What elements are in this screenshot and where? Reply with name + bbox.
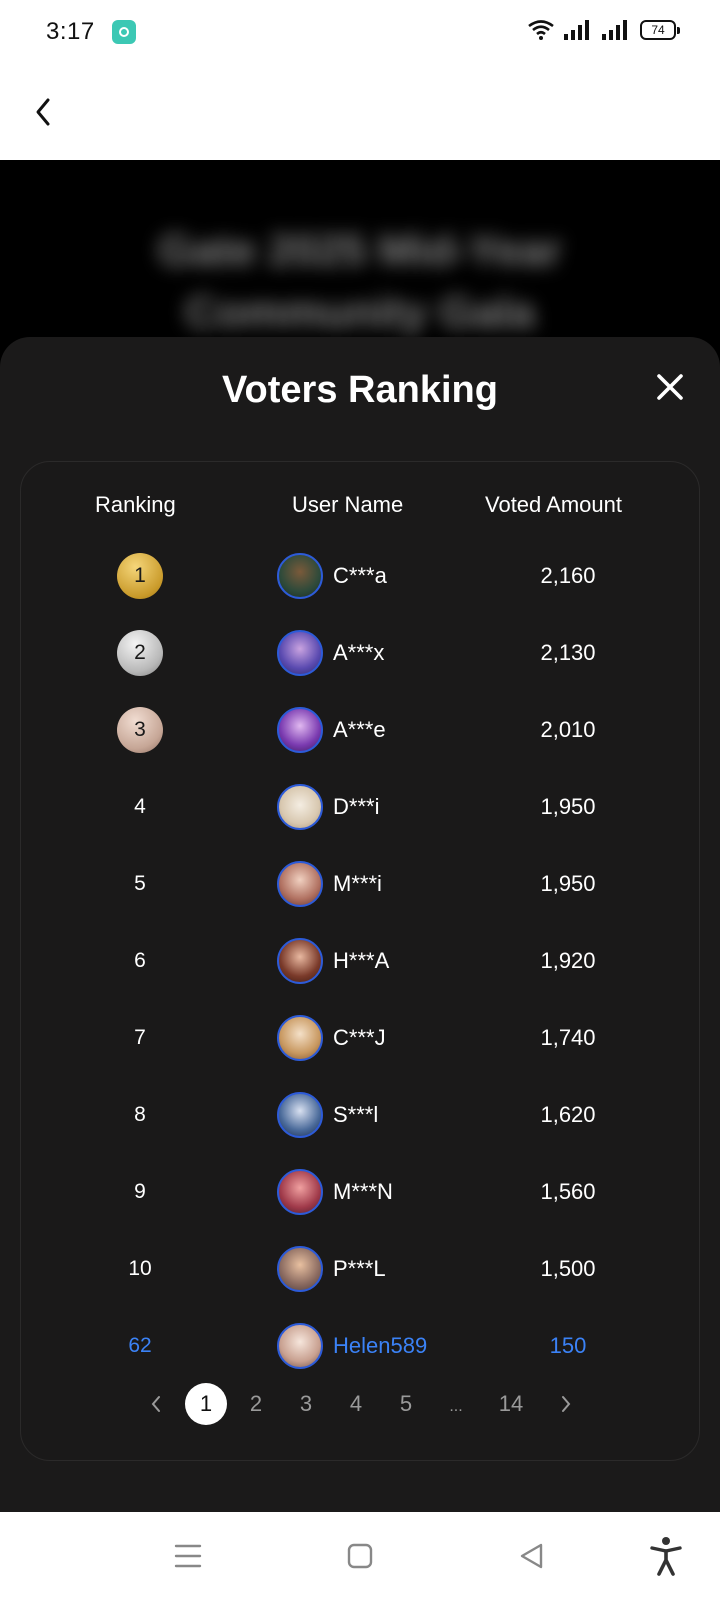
signal-icon	[564, 20, 589, 40]
sheet-title: Voters Ranking	[222, 369, 498, 411]
page-2-button[interactable]: 2	[235, 1383, 277, 1425]
close-icon	[657, 374, 683, 400]
page-3-button[interactable]: 3	[285, 1383, 327, 1425]
table-row[interactable]: 3 A***e 2,010	[21, 692, 701, 769]
user-name: A***e	[333, 717, 386, 742]
pagination: 1 2 3 4 5 ... 14	[21, 1382, 701, 1426]
rank-number: 8	[134, 1103, 146, 1126]
home-square-icon	[347, 1543, 373, 1569]
rank-number: 9	[134, 1180, 146, 1203]
app-header	[0, 64, 720, 160]
rank-number: 5	[134, 872, 146, 895]
avatar	[277, 707, 323, 753]
voted-amount: 150	[549, 1333, 587, 1358]
rank-number: 7	[134, 1026, 146, 1049]
close-button[interactable]	[650, 367, 690, 407]
user-name: A***x	[333, 640, 385, 665]
rank-number: 62	[128, 1334, 152, 1357]
back-button[interactable]	[24, 88, 64, 136]
prev-page-button[interactable]	[135, 1383, 177, 1425]
avatar	[277, 1246, 323, 1292]
silver-medal-badge: 2	[117, 630, 163, 676]
user-name: M***N	[333, 1179, 393, 1204]
avatar	[277, 1323, 323, 1369]
user-name: Helen589	[333, 1333, 428, 1358]
gold-medal-badge: 1	[117, 553, 163, 599]
voted-amount: 2,160	[540, 563, 596, 588]
voted-amount: 1,500	[540, 1256, 596, 1281]
recent-apps-button[interactable]	[166, 1534, 210, 1578]
user-name: D***i	[333, 794, 380, 819]
page-4-button[interactable]: 4	[335, 1383, 377, 1425]
battery-level: 74	[651, 23, 665, 37]
table-row[interactable]: 7 C***J 1,740	[21, 1000, 701, 1077]
table-row[interactable]: 10 P***L 1,500	[21, 1231, 701, 1308]
voted-amount: 1,740	[540, 1025, 596, 1050]
battery-icon: 74	[640, 20, 680, 40]
avatar	[277, 553, 323, 599]
user-name: C***J	[333, 1025, 386, 1050]
table-row[interactable]: 2 A***x 2,130	[21, 615, 701, 692]
status-icons: 74	[528, 20, 680, 40]
current-user-row[interactable]: 62 Helen589 150	[21, 1308, 701, 1385]
voted-amount: 1,620	[540, 1102, 596, 1127]
page-5-button[interactable]: 5	[385, 1383, 427, 1425]
table-row[interactable]: 4 D***i 1,950	[21, 769, 701, 846]
backdrop-title: Gate 2025 Mid-Year Community Gala	[158, 226, 562, 337]
avatar	[277, 1092, 323, 1138]
system-nav-bar	[0, 1512, 720, 1600]
avatar	[277, 1169, 323, 1215]
rank-number: 10	[128, 1257, 152, 1280]
avatar	[277, 1015, 323, 1061]
ranking-table: Ranking User Name Voted Amount 1 C***a 2…	[20, 461, 700, 1461]
status-time: 3:17	[46, 18, 95, 45]
header-user-name: User Name	[292, 492, 404, 517]
table-row[interactable]: 8 S***l 1,620	[21, 1077, 701, 1154]
menu-icon	[174, 1544, 202, 1568]
app-notification-icon	[112, 20, 136, 44]
avatar	[277, 938, 323, 984]
voted-amount: 2,130	[540, 640, 596, 665]
wifi-icon	[528, 20, 554, 40]
back-nav-button[interactable]	[510, 1534, 554, 1578]
avatar	[277, 861, 323, 907]
header-voted-amount: Voted Amount	[485, 492, 622, 517]
voted-amount: 2,010	[540, 717, 596, 742]
header-ranking: Ranking	[95, 492, 176, 517]
user-name: S***l	[333, 1102, 379, 1127]
voted-amount: 1,560	[540, 1179, 596, 1204]
ranking-rows: 1 C***a 2,160 2 A***x 2,130 3 A***e 2,01…	[21, 538, 701, 1385]
chevron-left-icon	[36, 98, 50, 126]
user-name: M***i	[333, 871, 382, 896]
avatar	[277, 784, 323, 830]
chevron-right-icon	[562, 1396, 571, 1412]
status-bar: 3:17 74	[0, 0, 720, 64]
page-ellipsis: ...	[449, 1398, 463, 1415]
rank-number: 6	[134, 949, 146, 972]
table-row[interactable]: 9 M***N 1,560	[21, 1154, 701, 1231]
table-header: Ranking User Name Voted Amount	[21, 486, 701, 526]
home-button[interactable]	[338, 1534, 382, 1578]
voted-amount: 1,950	[540, 794, 596, 819]
page-last-button[interactable]: 14	[485, 1383, 537, 1425]
signal-icon-2	[602, 20, 627, 40]
next-page-button[interactable]	[545, 1383, 587, 1425]
rank-number: 4	[134, 795, 146, 818]
table-row[interactable]: 5 M***i 1,950	[21, 846, 701, 923]
voters-ranking-sheet: Voters Ranking Ranking User Name Voted A…	[0, 337, 720, 1512]
chevron-left-icon	[151, 1396, 160, 1412]
table-row[interactable]: 6 H***A 1,920	[21, 923, 701, 1000]
avatar	[277, 630, 323, 676]
bronze-medal-badge: 3	[117, 707, 163, 753]
table-row[interactable]: 1 C***a 2,160	[21, 538, 701, 615]
voted-amount: 1,920	[540, 948, 596, 973]
accessibility-icon	[650, 1537, 682, 1576]
user-name: P***L	[333, 1256, 386, 1281]
accessibility-button[interactable]	[644, 1534, 688, 1578]
user-name: H***A	[333, 948, 390, 973]
back-triangle-icon	[520, 1543, 543, 1569]
page-1-button[interactable]: 1	[185, 1383, 227, 1425]
user-name: C***a	[333, 563, 387, 588]
voted-amount: 1,950	[540, 871, 596, 896]
